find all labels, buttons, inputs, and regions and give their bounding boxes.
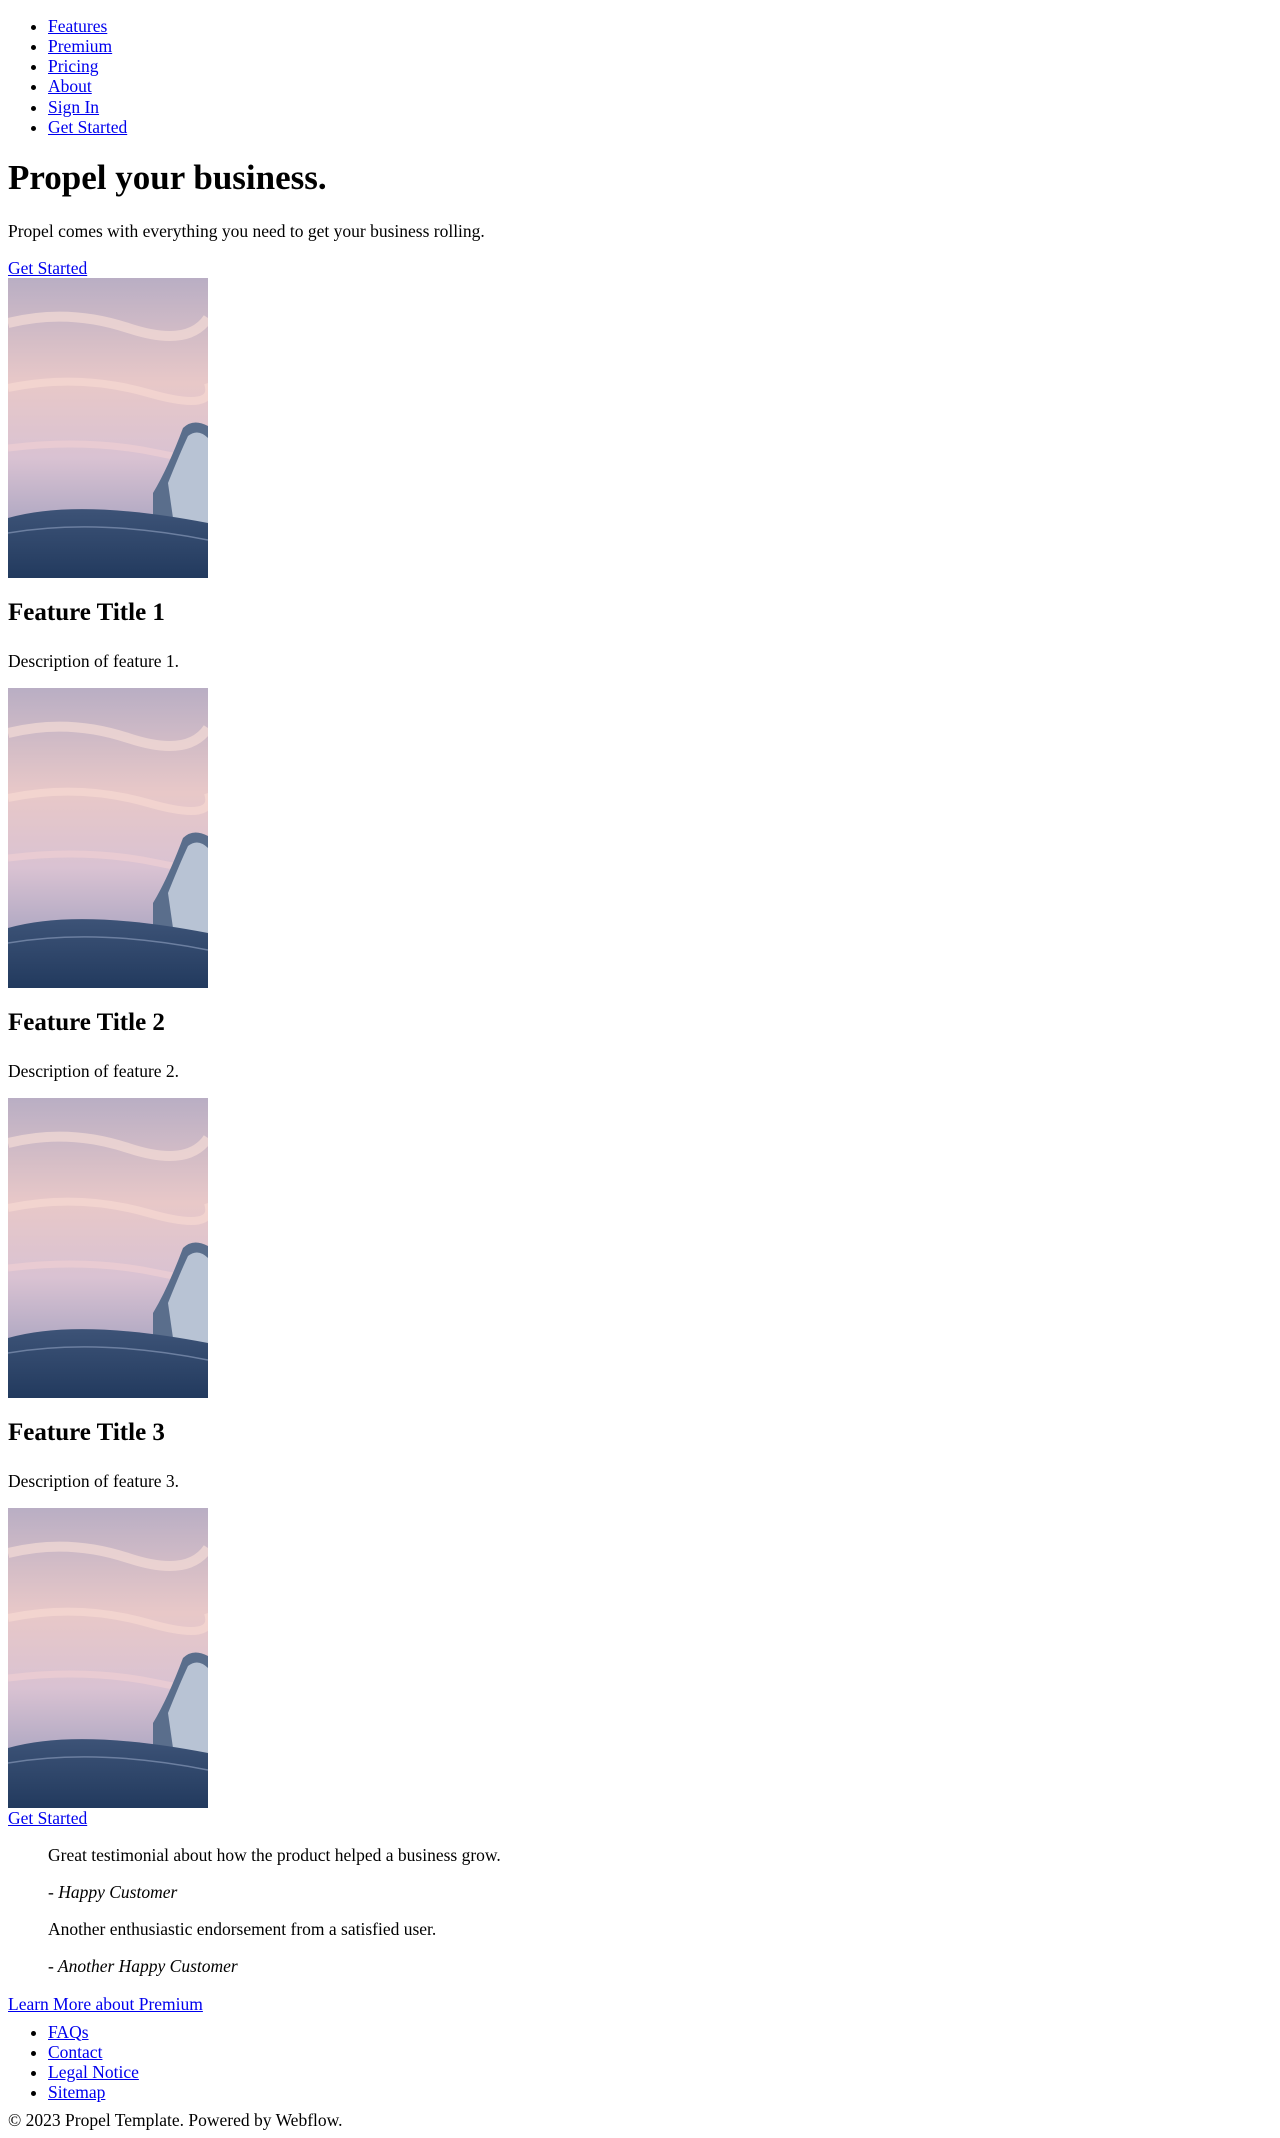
hero-section: Propel your business. Propel comes with …: [8, 158, 1272, 279]
footer-link-faqs[interactable]: FAQs: [48, 2022, 89, 2042]
footer-item-sitemap: Sitemap: [48, 2082, 1272, 2102]
nav-link-premium[interactable]: Premium: [48, 36, 112, 56]
nav-item-about: About: [48, 76, 1272, 96]
bottom-get-started-link[interactable]: Get Started: [8, 1808, 1272, 1828]
learn-more-premium-link[interactable]: Learn More about Premium: [8, 1994, 203, 2014]
nav-item-pricing: Pricing: [48, 56, 1272, 76]
feature-image-1: [8, 278, 208, 579]
testimonial-1: Great testimonial about how the product …: [48, 1845, 1232, 1977]
mountain-sunset-image: [8, 1507, 208, 1808]
testimonial-quote-1: Great testimonial about how the product …: [48, 1845, 501, 1865]
nav-link-get-started[interactable]: Get Started: [48, 117, 127, 137]
footer-item-contact: Contact: [48, 2042, 1272, 2062]
feature-title-1: Feature Title 1: [8, 599, 165, 627]
footer-item-faqs: FAQs: [48, 2022, 1272, 2042]
nav-link-sign-in[interactable]: Sign In: [48, 97, 99, 117]
footer: FAQs Contact Legal Notice Sitemap © 2023…: [8, 2022, 1272, 2131]
testimonial-quote-2: Another enthusiastic endorsement from a …: [48, 1919, 437, 1940]
feature-title-2: Feature Title 2: [8, 1009, 165, 1037]
copyright-text: © 2023 Propel Template. Powered by Webfl…: [8, 2110, 343, 2131]
features-section: Feature Title 1 Description of feature 1…: [8, 278, 1272, 1828]
hero-get-started-link[interactable]: Get Started: [8, 258, 1272, 278]
footer-link-legal-notice[interactable]: Legal Notice: [48, 2062, 139, 2082]
hero-title: Propel your business.: [8, 157, 327, 197]
nav-link-about[interactable]: About: [48, 76, 92, 96]
nav-list: Features Premium Pricing About Sign In G…: [8, 16, 1272, 137]
feature-image-2: [8, 688, 208, 989]
footer-link-contact[interactable]: Contact: [48, 2042, 102, 2062]
nav-item-get-started: Get Started: [48, 117, 1272, 137]
nav-item-premium: Premium: [48, 36, 1272, 56]
nav-link-features[interactable]: Features: [48, 16, 107, 36]
testimonial-author-2: - Another Happy Customer: [48, 1956, 238, 1977]
mountain-sunset-image: [8, 278, 208, 579]
top-nav: Features Premium Pricing About Sign In G…: [8, 16, 1272, 137]
footer-links: FAQs Contact Legal Notice Sitemap: [8, 2022, 1272, 2103]
mountain-sunset-image: [8, 688, 208, 989]
feature-description-1: Description of feature 1.: [8, 651, 180, 671]
footer-link-sitemap[interactable]: Sitemap: [48, 2082, 105, 2102]
nav-link-pricing[interactable]: Pricing: [48, 56, 99, 76]
feature-image-3: [8, 1098, 208, 1398]
mountain-sunset-image: [8, 1098, 208, 1398]
nav-item-sign-in: Sign In: [48, 97, 1272, 117]
nav-item-features: Features: [48, 16, 1272, 36]
testimonials-section: Great testimonial about how the product …: [8, 1845, 1272, 2014]
hero-subtitle: Propel comes with everything you need to…: [8, 221, 485, 241]
feature-description-2: Description of feature 2.: [8, 1060, 180, 1081]
feature-description-3: Description of feature 3.: [8, 1470, 180, 1491]
footer-item-legal-notice: Legal Notice: [48, 2062, 1272, 2082]
feature-title-3: Feature Title 3: [8, 1419, 165, 1446]
testimonial-author-1: - Happy Customer: [48, 1882, 178, 1903]
feature-image-4: [8, 1507, 208, 1808]
